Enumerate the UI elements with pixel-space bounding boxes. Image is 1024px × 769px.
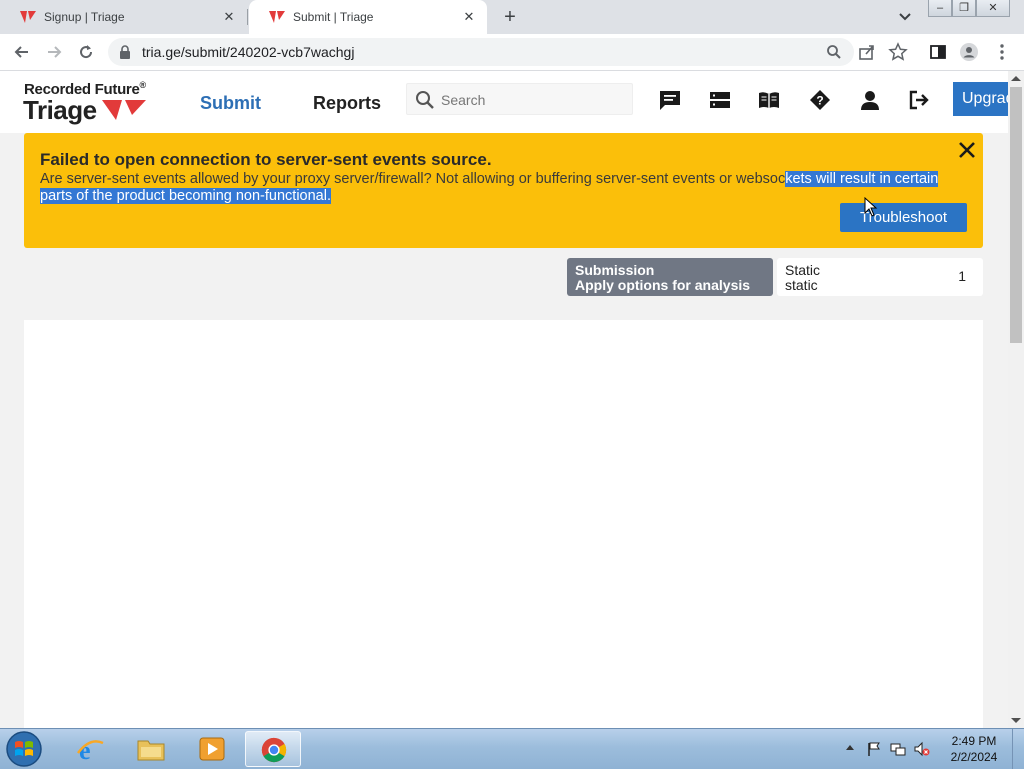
system-clock[interactable]: 2:49 PM 2/2/2024 [944,733,1004,765]
server-icon[interactable] [709,89,731,111]
close-tab-icon[interactable]: ✕ [459,9,479,25]
reload-icon[interactable] [76,42,96,62]
side-panel-icon[interactable] [928,42,948,62]
tab-submit[interactable]: Submit | Triage ✕ [249,0,487,34]
back-arrow-icon[interactable] [12,42,32,62]
tab-title: Submit | Triage [293,10,374,24]
browser-menu-icon[interactable] [992,42,1012,62]
brand-product: Triage [23,95,97,125]
restore-button[interactable]: ❐ [952,0,976,17]
scroll-down-arrow-icon[interactable] [1011,718,1021,723]
static-sublabel: static [785,277,818,293]
tab-signup[interactable]: Signup | Triage ✕ [0,0,247,34]
close-alert-icon[interactable] [958,141,976,159]
taskbar-media-player[interactable] [184,731,240,767]
help-icon[interactable]: ? [809,89,831,111]
triage-favicon-icon [269,11,285,23]
tab-search-chevron-icon[interactable] [896,9,914,25]
book-icon[interactable] [758,89,780,111]
alert-message: Are server-sent events allowed by your p… [40,171,940,205]
nav-submit[interactable]: Submit [200,93,261,114]
zoom-search-icon[interactable] [826,44,842,60]
logout-icon[interactable] [908,89,930,111]
scroll-up-arrow-icon[interactable] [1011,76,1021,81]
mouse-cursor-icon [864,197,878,217]
clock-time: 2:49 PM [951,734,997,748]
scrollbar-thumb[interactable] [1010,87,1022,343]
internet-explorer-icon: e [77,736,104,763]
chrome-icon [261,737,287,763]
show-hidden-icons-arrow-icon[interactable] [846,745,854,750]
static-label: Static [785,262,821,278]
submission-content-panel [24,320,983,728]
user-icon[interactable] [859,89,881,111]
registered-mark: ® [139,80,147,90]
folder-icon [137,740,165,761]
tab-title: Signup | Triage [44,10,125,24]
submission-step-badge[interactable]: Submission Apply options for analysis [567,258,773,296]
profile-avatar-icon[interactable] [959,42,979,62]
search-input[interactable] [439,89,628,111]
search-icon [416,91,434,109]
page-scrollbar[interactable] [1008,71,1024,728]
browser-toolbar: tria.ge/submit/240202-vcb7wachgj [0,34,1024,71]
triage-logo-icon [102,100,146,120]
submission-title: Submission [575,262,655,278]
lock-icon [120,45,130,59]
taskbar-chrome[interactable] [245,731,301,767]
static-analysis-item[interactable]: Static static 1 [777,258,983,296]
url-text: tria.ge/submit/240202-vcb7wachgj [142,44,355,60]
upgrade-button[interactable]: Upgrade [953,82,1008,116]
window-close-button[interactable]: ✕ [976,0,1010,17]
search-box [406,83,633,115]
action-center-flag-icon[interactable] [866,741,882,757]
chat-icon[interactable] [659,89,681,111]
site-header: Recorded Future® Triage Submit Reports ?… [0,71,1008,133]
triage-favicon-icon [20,11,36,23]
forward-arrow-icon[interactable] [44,42,64,62]
sse-error-alert: Failed to open connection to server-sent… [24,133,983,248]
windows-taskbar: e 2:49 PM 2/2/2024 [0,728,1024,769]
taskbar-internet-explorer[interactable]: e [62,731,118,767]
alert-message-text: Are server-sent events allowed by your p… [40,171,786,187]
nav-reports[interactable]: Reports [313,93,381,114]
media-player-icon [199,737,225,761]
window-controls: ‒ ❐ ✕ [928,0,1010,18]
new-tab-button[interactable]: + [498,5,522,29]
svg-text:?: ? [816,94,823,108]
address-bar[interactable]: tria.ge/submit/240202-vcb7wachgj [108,38,854,66]
browser-tab-strip: Signup | Triage ✕ Submit | Triage ✕ + ‒ … [0,0,1024,34]
bookmark-star-icon[interactable] [888,42,908,62]
minimize-button[interactable]: ‒ [928,0,952,17]
troubleshoot-button[interactable]: Troubleshoot [840,203,967,232]
share-icon[interactable] [857,42,877,62]
volume-muted-icon[interactable] [914,741,930,757]
static-count: 1 [958,268,966,284]
taskbar-file-explorer[interactable] [123,731,179,767]
alert-title: Failed to open connection to server-sent… [40,150,492,169]
network-icon[interactable] [890,741,906,757]
clock-date: 2/2/2024 [950,750,998,764]
close-tab-icon[interactable]: ✕ [219,9,239,25]
page-viewport: Recorded Future® Triage Submit Reports ?… [0,71,1008,728]
submission-subtitle: Apply options for analysis [575,277,751,293]
windows-start-icon[interactable] [4,730,44,768]
tab-divider [247,9,248,25]
show-desktop-button[interactable] [1012,729,1024,769]
